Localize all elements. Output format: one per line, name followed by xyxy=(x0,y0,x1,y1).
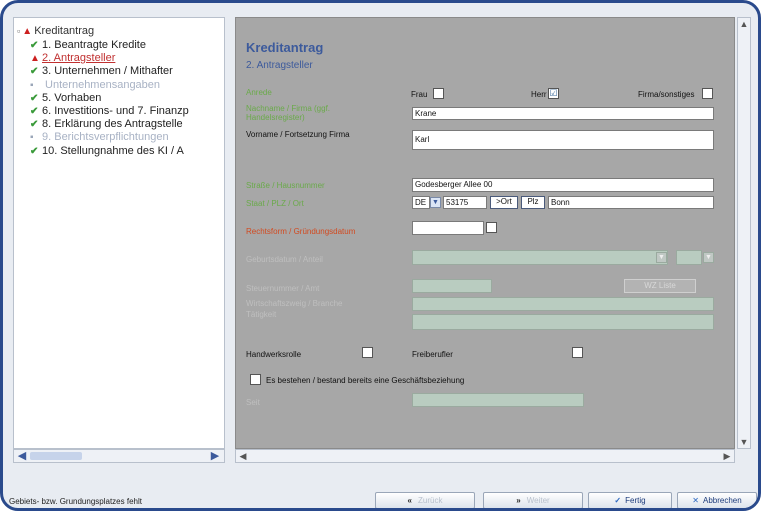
tree-item-label: 6. Investitions- und 7. Finanzp xyxy=(42,105,189,117)
pending-icon: ▪ xyxy=(30,132,34,144)
disabled-input-2 xyxy=(412,297,714,311)
strasse-input[interactable]: Godesberger Allee 00 xyxy=(412,178,714,192)
chevron-down-icon: ▼ xyxy=(656,252,667,263)
handwerksrolle-label: Handwerksrolle xyxy=(246,350,302,359)
ort-lookup-button[interactable]: >Ort xyxy=(490,196,518,209)
scroll-left-icon[interactable]: ◀ xyxy=(15,450,29,462)
disabled-select-1 xyxy=(412,250,668,265)
tree-item[interactable]: ▲ 2. Antragsteller xyxy=(30,52,115,65)
geschaeftsbeziehung-checkbox[interactable] xyxy=(250,374,261,385)
herr-label: Herr xyxy=(531,90,547,99)
checkmark-icon: ✔ xyxy=(30,40,39,51)
disabled-input-1 xyxy=(412,279,492,293)
firma-sonstiges-checkbox[interactable] xyxy=(702,88,713,99)
checkmark-icon: ✓ xyxy=(614,496,622,505)
herr-checkbox[interactable]: ☑ xyxy=(548,88,559,99)
plz-lookup-button[interactable]: Plz xyxy=(521,196,545,209)
tree-item[interactable]: ✔ 10. Stellungnahme des KI / A xyxy=(30,145,184,158)
vorname-label: Vorname / Fortsetzung Firma xyxy=(246,130,350,139)
tree-horizontal-scrollbar[interactable]: ◀ ▶ xyxy=(13,449,225,463)
status-message: Gebiets- bzw. Grundungsplatzes fehlt xyxy=(9,497,142,506)
handwerksrolle-checkbox[interactable] xyxy=(362,347,373,358)
tree-item[interactable]: ✔ 5. Vorhaben xyxy=(30,92,101,105)
page-title: Kreditantrag xyxy=(246,40,324,55)
ort-input[interactable]: Bonn xyxy=(548,196,714,209)
tree-item[interactable]: ▪ Unternehmensangaben xyxy=(30,79,160,92)
back-button[interactable]: «Zurück xyxy=(375,492,475,508)
wz-list-button: WZ Liste xyxy=(624,279,696,293)
tree-item-label: 9. Berichtsverpflichtungen xyxy=(42,131,169,144)
tree-item[interactable]: ✔ 1. Beantragte Kredite xyxy=(30,39,146,52)
staat-select[interactable]: DE xyxy=(412,196,430,209)
application-window: ▫ ▲ Kreditantrag ✔ 1. Beantragte Kredite ▲ 2.… xyxy=(0,0,761,511)
back-icon: « xyxy=(407,496,412,505)
next-button[interactable]: » Weiter xyxy=(483,492,583,508)
staat-plz-ort-label: Staat / PLZ / Ort xyxy=(246,199,304,208)
scroll-thumb[interactable] xyxy=(30,452,82,460)
chevron-down-icon: ▼ xyxy=(703,252,714,263)
nachname-label: Nachname / Firma (ggf. Handelsregister) xyxy=(246,104,331,122)
tree-item-label: 1. Beantragte Kredite xyxy=(42,39,146,51)
close-icon: ✕ xyxy=(692,496,699,505)
disabled-select-2 xyxy=(676,250,702,265)
scroll-down-icon[interactable]: ▼ xyxy=(738,436,750,448)
faded-label-1: Geburtsdatum / Anteil xyxy=(246,255,323,264)
form-horizontal-scrollbar[interactable]: ◀ ▶ xyxy=(235,449,735,463)
checkmark-icon: ✔ xyxy=(30,106,39,117)
tree-item-label: 10. Stellungnahme des KI / A xyxy=(42,144,184,157)
faded-label-4: Tätigkeit xyxy=(246,310,277,319)
tree-item-label: 5. Vorhaben xyxy=(42,91,102,104)
disabled-input-3 xyxy=(412,314,714,330)
navigation-tree: ▫ ▲ Kreditantrag ✔ 1. Beantragte Kredite ▲ 2.… xyxy=(13,17,225,449)
seit-input xyxy=(412,393,584,407)
geschaeftsbeziehung-label: Es bestehen / bestand bereits eine Gesch… xyxy=(266,376,465,385)
anrede-label: Anrede xyxy=(246,88,272,97)
plz-input[interactable]: 53175 xyxy=(443,196,487,209)
frau-label: Frau xyxy=(411,90,428,99)
vorname-input[interactable]: Karl xyxy=(412,130,714,150)
tree-item[interactable]: ✔ 3. Unternehmen / Mithafter xyxy=(30,65,173,78)
strasse-label: Straße / Hausnummer xyxy=(246,181,325,190)
checkmark-icon: ✔ xyxy=(30,66,39,78)
collapse-icon[interactable]: ▫ xyxy=(17,26,20,36)
tree-item[interactable]: ▪ 9. Berichtsverpflichtungen xyxy=(30,131,169,144)
freiberufler-checkbox[interactable] xyxy=(572,347,583,358)
pending-icon: ▪ xyxy=(30,79,34,91)
warning-icon: ▲ xyxy=(30,53,40,65)
frau-checkbox[interactable] xyxy=(433,88,444,99)
finish-button[interactable]: ✓ Fertig xyxy=(588,492,672,508)
tree-item[interactable]: ✔ 6. Investitions- und 7. Finanzp xyxy=(30,105,189,118)
scroll-left-icon[interactable]: ◀ xyxy=(237,450,249,462)
faded-label-2: Steuernummer / Amt xyxy=(246,284,320,293)
warning-icon: ▲ xyxy=(22,26,33,37)
nachname-input[interactable]: Krane xyxy=(412,107,714,120)
tree-item-label: 2. Antragsteller xyxy=(42,52,116,65)
tree-item[interactable]: ✔ 8. Erklärung des Antragstelle xyxy=(30,118,183,131)
chevron-down-icon[interactable]: ▼ xyxy=(430,197,441,208)
scroll-up-icon[interactable]: ▲ xyxy=(738,18,750,30)
scroll-right-icon[interactable]: ▶ xyxy=(208,450,222,462)
section-subtitle: 2. Antragsteller xyxy=(246,60,313,71)
cancel-button[interactable]: ✕ Abbrechen xyxy=(677,492,757,508)
checkmark-icon: ✔ xyxy=(30,119,39,131)
rechtsform-input[interactable] xyxy=(412,221,484,235)
checkmark-icon: ✔ xyxy=(30,92,39,104)
rechtsform-picker-button[interactable] xyxy=(486,222,497,233)
scroll-right-icon[interactable]: ▶ xyxy=(721,450,733,462)
rechtsform-label: Rechtsform / Gründungsdatum xyxy=(246,227,356,236)
tree-item-label: Unternehmensangaben xyxy=(42,78,161,91)
firma-sonstiges-label: Firma/sonstiges xyxy=(638,90,695,99)
form-panel: Kreditantrag 2. Antragsteller Anrede Fra… xyxy=(235,17,735,449)
forward-icon: » xyxy=(516,496,521,505)
tree-item-label: 3. Unternehmen / Mithafter xyxy=(42,65,173,78)
seit-label: Seit xyxy=(246,398,260,407)
form-vertical-scrollbar[interactable]: ▲ ▼ xyxy=(737,17,751,449)
faded-label-3: Wirtschaftszweig / Branche xyxy=(246,299,343,308)
tree-root[interactable]: ▫ ▲ Kreditantrag xyxy=(17,25,94,38)
checkmark-icon: ✔ xyxy=(30,145,39,157)
tree-item-label: 8. Erklärung des Antragstelle xyxy=(42,118,183,131)
freiberufler-label: Freiberufler xyxy=(412,350,453,359)
